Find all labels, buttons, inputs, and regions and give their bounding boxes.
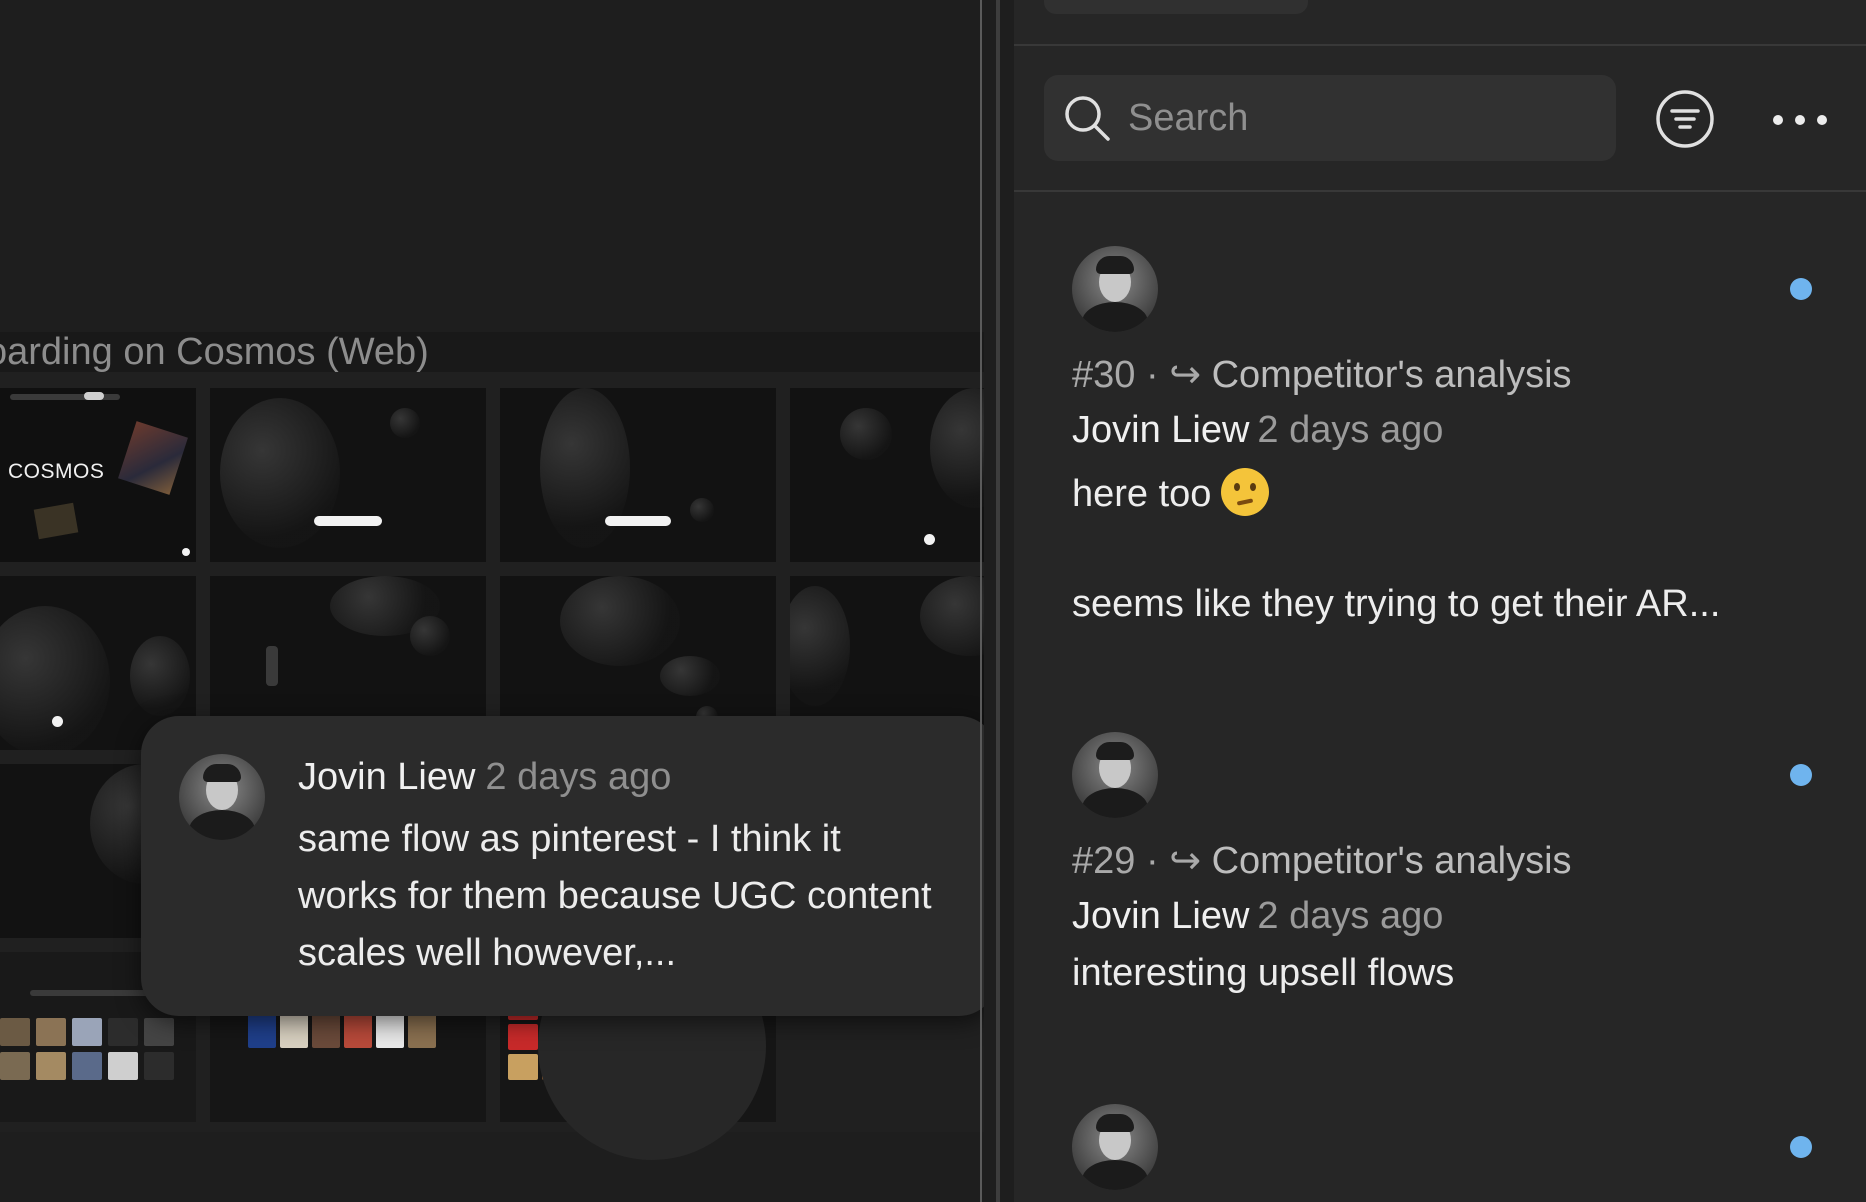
blob-shape xyxy=(390,408,420,438)
blob-shape xyxy=(560,576,680,666)
screen-thumbnail[interactable] xyxy=(790,388,984,562)
avatar-body xyxy=(1082,1160,1148,1190)
comments-panel: #30 · ↪ Competitor's analysis Jovin Liew… xyxy=(1014,0,1866,1202)
carousel-dot xyxy=(182,548,190,556)
blob-shape xyxy=(0,606,110,750)
comment-text: same flow as pinterest - I think it work… xyxy=(298,818,932,974)
blob-shape xyxy=(690,498,714,522)
blob-shape xyxy=(130,636,190,716)
comment-time: 2 days ago xyxy=(485,756,672,798)
frame-link[interactable]: Competitor's analysis xyxy=(1212,354,1572,396)
panel-header xyxy=(1014,0,1866,46)
screen-thumbnail[interactable] xyxy=(210,388,486,562)
search-input[interactable] xyxy=(1126,95,1590,141)
avatar-body xyxy=(189,810,255,840)
comment-number: #30 xyxy=(1072,354,1136,396)
panel-border xyxy=(996,0,1000,1202)
comment-author: Jovin Liew xyxy=(1072,409,1250,451)
search-icon xyxy=(1065,96,1110,141)
comment-thread-item[interactable]: #29 · ↪ Competitor's analysis Jovin Liew… xyxy=(1072,732,1812,1012)
comment-thread-item[interactable] xyxy=(1072,1104,1812,1202)
carousel-dot xyxy=(52,716,63,727)
comment-time: 2 days ago xyxy=(1257,409,1444,451)
search-toolbar xyxy=(1014,46,1866,192)
avatar-hair xyxy=(1096,256,1134,274)
figure-shape xyxy=(266,646,278,686)
avatar-hair xyxy=(203,764,241,782)
header-tab[interactable] xyxy=(1044,0,1308,14)
comment-number: #29 xyxy=(1072,840,1136,882)
avatar-body xyxy=(1082,788,1148,818)
unread-indicator xyxy=(1790,278,1812,300)
screen-thumbnail[interactable]: COSMOS xyxy=(0,388,196,562)
comment-time: 2 days ago xyxy=(1257,895,1444,937)
collage-image xyxy=(118,421,188,495)
blob-shape xyxy=(790,586,850,706)
canvas-divider xyxy=(980,0,982,1202)
carousel-dot xyxy=(924,534,935,545)
comment-text-line: interesting upsell flows xyxy=(1072,952,1454,995)
unread-indicator xyxy=(1790,1136,1812,1158)
reply-arrow-icon: ↪ xyxy=(1169,840,1202,882)
comment-author-line: Jovin Liew 2 days ago xyxy=(1072,895,1443,938)
design-canvas[interactable]: oarding on Cosmos (Web) COSMOS Jovin Lie… xyxy=(0,0,984,1202)
avatar xyxy=(1072,732,1158,818)
comment-reference: #29 · ↪ Competitor's analysis xyxy=(1072,838,1572,883)
blob-shape xyxy=(930,388,984,508)
frame-title[interactable]: oarding on Cosmos (Web) xyxy=(0,332,984,372)
avatar-body xyxy=(1082,302,1148,332)
comment-reference: #30 · ↪ Competitor's analysis xyxy=(1072,352,1572,397)
comment-author: Jovin Liew xyxy=(298,756,476,798)
comment-author: Jovin Liew xyxy=(1072,895,1250,937)
collage-image xyxy=(33,502,79,540)
cta-button-shape xyxy=(314,516,382,526)
frame-link[interactable]: Competitor's analysis xyxy=(1212,840,1572,882)
comment-text-line: here too xyxy=(1072,468,1270,516)
blob-shape xyxy=(660,656,720,696)
separator-dot: · xyxy=(1145,840,1159,882)
thinking-face-icon xyxy=(1221,468,1270,516)
avatar-hair xyxy=(1096,1114,1134,1132)
blob-shape xyxy=(840,408,892,460)
filter-icon[interactable] xyxy=(1655,89,1715,149)
comment-author-line: Jovin Liew 2 days ago xyxy=(1072,409,1443,452)
comment-thread-item[interactable]: #30 · ↪ Competitor's analysis Jovin Liew… xyxy=(1072,246,1812,636)
search-box[interactable] xyxy=(1044,75,1616,161)
avatar xyxy=(179,754,265,840)
product-grid xyxy=(0,1018,174,1080)
avatar xyxy=(1072,246,1158,332)
section-label xyxy=(30,990,150,996)
reply-arrow-icon: ↪ xyxy=(1169,354,1202,396)
comment-preview-card[interactable]: Jovin Liew 2 days ago same flow as pinter… xyxy=(141,716,984,1016)
comment-author-line: Jovin Liew 2 days ago xyxy=(298,756,671,799)
comment-text: seems like they trying to get their AR..… xyxy=(1072,583,1721,625)
avatar-hair xyxy=(1096,742,1134,760)
screen-thumbnail[interactable] xyxy=(500,388,776,562)
blob-shape xyxy=(410,616,450,656)
comment-text: interesting upsell flows xyxy=(1072,952,1455,994)
more-icon[interactable] xyxy=(1769,100,1831,140)
separator-dot: · xyxy=(1145,354,1159,396)
mini-nav-button xyxy=(84,392,104,400)
unread-indicator xyxy=(1790,764,1812,786)
comment-text-line: seems like they trying to get their AR..… xyxy=(1072,583,1720,626)
blob-shape xyxy=(920,576,984,656)
cosmos-logo: COSMOS xyxy=(8,460,105,483)
comment-text: here too xyxy=(1072,473,1212,515)
avatar xyxy=(1072,1104,1158,1190)
cta-button-shape xyxy=(605,516,671,526)
